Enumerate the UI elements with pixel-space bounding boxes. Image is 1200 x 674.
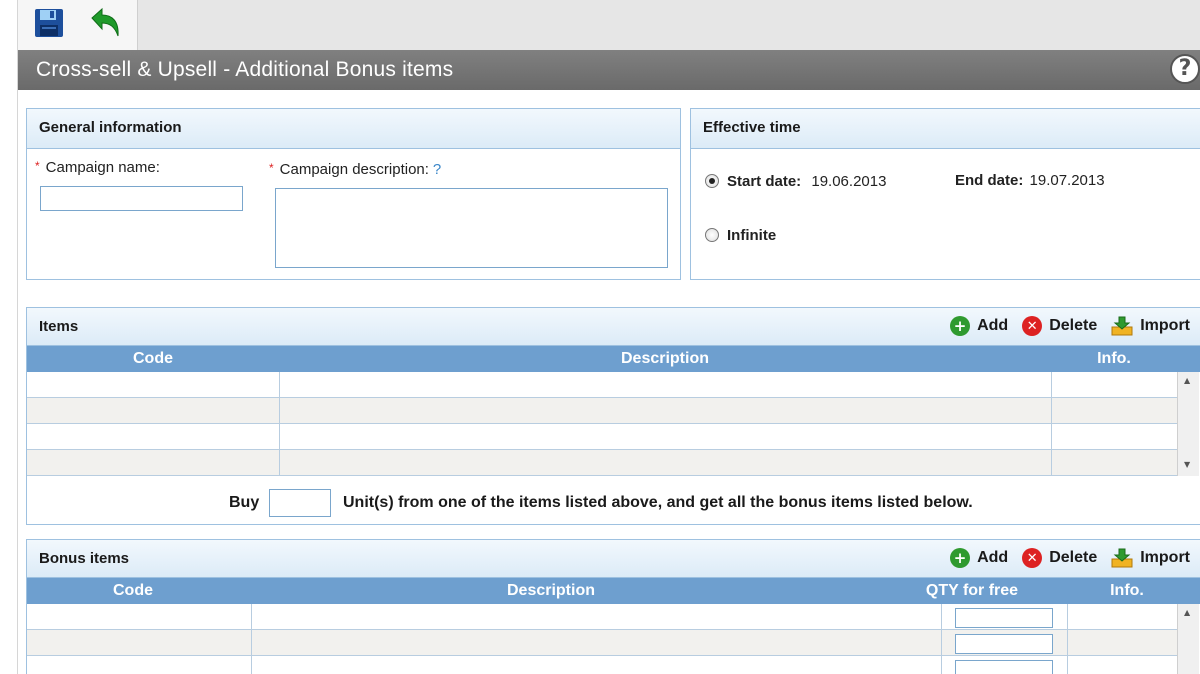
column-divider — [1051, 372, 1052, 476]
bonus-delete-button[interactable]: ✕ Delete — [1022, 548, 1097, 568]
panel-title: Bonus items — [39, 550, 130, 567]
start-date-value[interactable]: 19.06.2013 — [811, 173, 886, 190]
items-actions: + Add ✕ Delete Import — [950, 316, 1190, 336]
toolbar-tab — [18, 0, 138, 50]
column-header-info[interactable]: Info. — [1067, 582, 1187, 600]
import-label: Import — [1140, 549, 1190, 566]
items-add-button[interactable]: + Add — [950, 316, 1008, 336]
column-header-description[interactable]: Description — [279, 350, 1051, 368]
back-button[interactable] — [86, 4, 124, 42]
title-bar: Cross-sell & Upsell - Additional Bonus i… — [18, 50, 1200, 90]
table-row[interactable] — [27, 372, 1177, 398]
column-header-qty-for-free[interactable]: QTY for free — [912, 582, 1032, 600]
page-title: Cross-sell & Upsell - Additional Bonus i… — [36, 58, 454, 81]
campaign-description-label-text: Campaign description: — [279, 161, 429, 178]
delete-label: Delete — [1049, 317, 1098, 334]
end-date-value[interactable]: 19.07.2013 — [1030, 172, 1105, 189]
start-date-field: Start date: 19.06.2013 — [727, 173, 886, 190]
save-button[interactable] — [30, 4, 68, 42]
bonus-grid-header: Code Description QTY for free Info. — [27, 578, 1200, 604]
add-icon: + — [950, 316, 971, 336]
column-divider — [251, 604, 252, 674]
infinite-radio[interactable] — [705, 228, 719, 242]
items-grid-header: Code Description Info. — [27, 346, 1200, 372]
description-help-icon[interactable]: ? — [433, 161, 441, 178]
left-gutter — [0, 0, 18, 674]
add-icon: + — [950, 548, 971, 568]
general-information-panel: General information * Campaign name: * Cam… — [26, 108, 681, 280]
panel-header: Bonus items + Add ✕ Delete Import — [27, 540, 1200, 578]
scroll-up-icon[interactable]: ▲ — [1184, 376, 1190, 385]
panel-header: Effective time — [691, 109, 1200, 149]
start-date-label: Start date: — [727, 173, 802, 190]
buy-prefix: Buy — [229, 494, 260, 511]
add-label: Add — [977, 549, 1009, 566]
scroll-up-icon[interactable]: ▲ — [1184, 608, 1190, 617]
delete-icon: ✕ — [1022, 316, 1043, 336]
end-date-label: End date: — [955, 172, 1024, 189]
required-marker: * — [269, 161, 274, 175]
help-icon[interactable]: ? — [1170, 54, 1200, 84]
bonus-add-button[interactable]: + Add — [950, 548, 1008, 568]
panel-title: Effective time — [703, 119, 801, 136]
save-icon — [35, 9, 63, 37]
effective-time-panel: Effective time Start date: 19.06.2013 En… — [690, 108, 1200, 280]
items-scrollbar[interactable]: ▲ ▼ — [1177, 372, 1199, 476]
bonus-scrollbar[interactable]: ▲ — [1177, 604, 1199, 674]
panel-title: General information — [39, 119, 182, 136]
items-import-button[interactable]: Import — [1111, 316, 1190, 336]
campaign-name-label-text: Campaign name: — [45, 159, 160, 176]
bonus-items-panel: Bonus items + Add ✕ Delete Import Code Des… — [26, 539, 1200, 674]
panel-header: General information — [27, 109, 680, 149]
buy-quantity-input[interactable] — [269, 489, 331, 517]
buy-suffix: Unit(s) from one of the items listed abo… — [343, 494, 973, 511]
qty-for-free-input[interactable] — [955, 608, 1053, 628]
campaign-name-input[interactable] — [40, 186, 243, 211]
back-arrow-icon — [91, 7, 119, 37]
panel-title: Items — [39, 318, 79, 335]
toolbar — [18, 0, 1200, 50]
qty-for-free-input[interactable] — [955, 660, 1053, 674]
column-header-info[interactable]: Info. — [1051, 350, 1177, 368]
column-divider — [1067, 604, 1068, 674]
column-header-code[interactable]: Code — [27, 350, 279, 368]
start-date-radio[interactable] — [705, 174, 719, 188]
table-row[interactable] — [27, 398, 1177, 424]
delete-icon: ✕ — [1022, 548, 1043, 568]
scroll-down-icon[interactable]: ▼ — [1184, 460, 1190, 469]
column-divider — [279, 372, 280, 476]
end-date-field: End date: 19.07.2013 — [955, 172, 1105, 189]
campaign-description-input[interactable] — [275, 188, 668, 268]
bonus-actions: + Add ✕ Delete Import — [950, 548, 1190, 568]
qty-for-free-input[interactable] — [955, 634, 1053, 654]
items-delete-button[interactable]: ✕ Delete — [1022, 316, 1097, 336]
campaign-name-label: * Campaign name: — [35, 159, 160, 176]
table-row[interactable] — [27, 450, 1177, 476]
import-label: Import — [1140, 317, 1190, 334]
delete-label: Delete — [1049, 549, 1098, 566]
campaign-description-label: * Campaign description:? — [269, 161, 441, 178]
bonus-import-button[interactable]: Import — [1111, 548, 1190, 568]
add-label: Add — [977, 317, 1009, 334]
import-icon — [1111, 316, 1133, 336]
column-divider — [941, 604, 942, 674]
table-row[interactable] — [27, 424, 1177, 450]
column-header-description[interactable]: Description — [251, 582, 851, 600]
required-marker: * — [35, 159, 40, 173]
column-header-code[interactable]: Code — [27, 582, 239, 600]
panel-header: Items + Add ✕ Delete Import — [27, 308, 1200, 346]
items-panel: Items + Add ✕ Delete Import Code Descripti… — [26, 307, 1200, 525]
import-icon — [1111, 548, 1133, 568]
infinite-label: Infinite — [727, 227, 777, 244]
